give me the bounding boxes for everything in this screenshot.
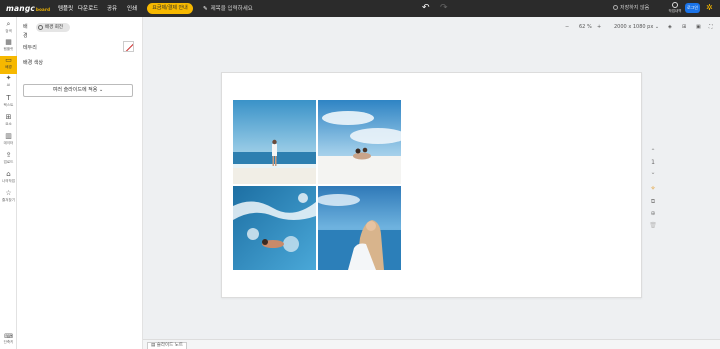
menu-share[interactable]: 공유 <box>107 4 117 12</box>
rail-elements[interactable]: ⊞ 요소 <box>0 113 17 131</box>
rail-text[interactable]: T 텍스트 <box>0 94 17 112</box>
magic-icon[interactable]: ✧ <box>648 185 658 192</box>
note-icon: ▤ <box>151 343 156 348</box>
photo-swimmer[interactable] <box>233 186 316 270</box>
tab-background-rotate[interactable]: 배경 회전 <box>36 23 70 32</box>
trash-icon[interactable]: 🗑 <box>648 222 658 229</box>
layers-icon[interactable]: ◈ <box>668 24 672 30</box>
slide-canvas[interactable] <box>221 72 642 298</box>
slide-number: 1 <box>651 159 655 166</box>
title-input[interactable]: ✎ 제목을 입력하세요 <box>203 4 253 12</box>
rail-upload[interactable]: ⇪ 업로드 <box>0 151 17 169</box>
bottom-bar: ▤ 슬라이드 노트 <box>143 339 720 349</box>
slide-down-icon[interactable]: ⌄ <box>648 169 658 176</box>
rail-background[interactable]: ▭ 배경 <box>0 56 17 74</box>
zoom-level[interactable]: 62 % <box>579 24 592 30</box>
plan-button[interactable]: 요금제/결제 안내 <box>147 3 193 14</box>
apply-to-slides-button[interactable]: 여러 슬라이드에 적용 ⌄ <box>23 84 133 97</box>
history-button[interactable]: 작업내역 <box>668 1 682 14</box>
tab-background[interactable]: 배경 <box>23 23 28 41</box>
rail-chart[interactable]: ▥ 데이터 <box>0 132 17 150</box>
slide-note-tab[interactable]: ▤ 슬라이드 노트 <box>147 342 187 349</box>
shortcut-label: 단축키 <box>3 340 14 344</box>
expand-icon[interactable]: ⛶ <box>709 24 713 30</box>
keyboard-icon: ⌨ <box>4 333 13 340</box>
save-status: 저장하지 않음 <box>613 4 649 11</box>
folder-icon: ⌂ <box>6 170 11 178</box>
rotate-icon <box>38 25 43 30</box>
text-icon: T <box>6 94 11 102</box>
template-icon: ▦ <box>5 38 12 46</box>
grid-icon[interactable]: ⊞ <box>682 24 686 30</box>
search-icon: ⌕ <box>6 20 11 28</box>
cloud-icon <box>613 5 618 10</box>
gear-icon[interactable]: ✲ <box>706 3 713 12</box>
slide-up-icon[interactable]: ⌃ <box>648 148 658 155</box>
border-label: 테두리 <box>23 45 37 51</box>
background-icon: ▭ <box>5 56 12 64</box>
upload-icon: ⇪ <box>5 151 12 159</box>
login-button[interactable]: 로그인 <box>685 3 700 13</box>
app-logo[interactable]: mangcboard <box>6 4 50 13</box>
rail-search[interactable]: ⌕ 검색 <box>0 20 17 38</box>
icon-rail: ⌕ 검색 ▦ 템플릿 ▭ 배경 ✦ AI T 텍스트 ⊞ 요소 ▥ 데이터 ⇪ 업로드 ⌂ 나의작… <box>0 17 17 349</box>
top-bar: mangcboard 템플릿 다운로드 공유 인쇄 요금제/결제 안내 ✎ 제목을… <box>0 0 720 17</box>
photo-beach-couple[interactable] <box>318 100 401 184</box>
zoom-in-icon[interactable]: + <box>597 24 601 30</box>
rail-favorites[interactable]: ☆ 즐겨찾기 <box>0 189 17 207</box>
rail-my-work[interactable]: ⌂ 나의작업 <box>0 170 17 188</box>
ai-icon: ✦ <box>5 74 12 82</box>
chevron-down-icon: ⌄ <box>98 87 104 93</box>
background-color-label[interactable]: 배경 색상 <box>23 59 43 66</box>
redo-icon[interactable]: ↷ <box>440 3 448 13</box>
menu-download[interactable]: 다운로드 <box>78 4 98 12</box>
chart-icon: ▥ <box>5 132 12 140</box>
elements-icon: ⊞ <box>5 113 12 121</box>
zoom-out-icon[interactable]: − <box>565 24 569 30</box>
rail-ai[interactable]: ✦ AI <box>0 74 17 92</box>
photo-woman-sea[interactable] <box>318 186 401 270</box>
photo-beach-walker[interactable] <box>233 100 316 184</box>
menu-template[interactable]: 템플릿 <box>58 4 73 12</box>
menu-print[interactable]: 인쇄 <box>127 4 137 12</box>
add-slide-icon[interactable]: ⊕ <box>648 210 658 217</box>
rail-template[interactable]: ▦ 템플릿 <box>0 38 17 56</box>
clock-icon <box>672 2 678 8</box>
border-swatch[interactable] <box>123 41 134 52</box>
fullscreen-icon[interactable]: ▣ <box>696 24 701 30</box>
background-panel: 배경 배경 회전 테두리 배경 색상 여러 슬라이드에 적용 ⌄ <box>17 17 143 349</box>
shortcut-button[interactable]: ⌨ 단축키 <box>0 333 17 345</box>
star-icon: ☆ <box>5 189 12 197</box>
canvas-toolbar: − 62 % + 2000 x 1080 px ⌄ ◈ ⊞ ▣ ⛶ <box>143 17 720 38</box>
undo-icon[interactable]: ↶ <box>422 3 430 13</box>
pencil-icon: ✎ <box>203 6 208 12</box>
duplicate-icon[interactable]: ⧉ <box>648 198 658 206</box>
canvas-size[interactable]: 2000 x 1080 px ⌄ <box>614 24 659 30</box>
